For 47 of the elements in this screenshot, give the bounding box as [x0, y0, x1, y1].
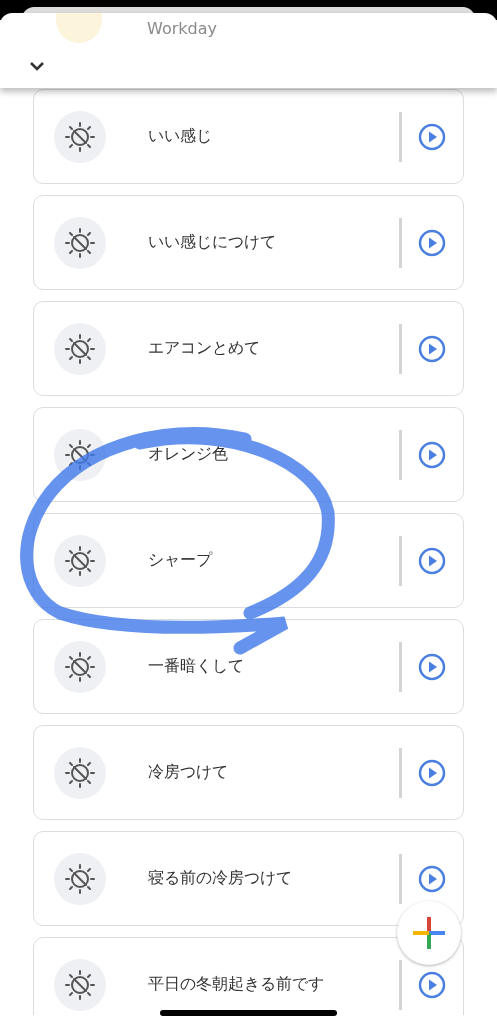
routine-card[interactable]: 寝る前の冷房つけて — [33, 831, 464, 926]
sun-off-icon — [63, 119, 97, 154]
routine-name: 一番暗くして — [148, 656, 245, 677]
play-icon — [417, 757, 447, 788]
routine-name: 冷房つけて — [148, 762, 229, 783]
play-button[interactable] — [417, 121, 447, 152]
sun-off-icon — [63, 543, 97, 578]
routine-card[interactable]: 冷房つけて — [33, 725, 464, 820]
routine-card[interactable]: エアコンとめて — [33, 301, 464, 396]
play-button[interactable] — [417, 969, 447, 1000]
sun-off-icon — [63, 755, 97, 790]
routine-card[interactable]: いい感じにつけて — [33, 195, 464, 290]
play-icon — [417, 545, 447, 576]
play-icon — [417, 863, 447, 894]
routine-name: オレンジ色 — [148, 444, 229, 465]
routine-name: いい感じにつけて — [148, 232, 277, 253]
play-button[interactable] — [417, 333, 447, 364]
play-button[interactable] — [417, 227, 447, 258]
routine-card[interactable]: いい感じ — [33, 89, 464, 184]
sun-off-icon — [63, 225, 97, 260]
sun-off-icon — [63, 967, 97, 1002]
sun-off-icon — [63, 649, 97, 684]
chevron-down-icon[interactable] — [28, 60, 46, 72]
play-button[interactable] — [417, 545, 447, 576]
routine-name: Workday — [147, 18, 217, 38]
play-icon — [417, 227, 447, 258]
play-icon — [417, 333, 447, 364]
routine-name: シャープ — [148, 550, 214, 571]
play-icon — [417, 439, 447, 470]
plus-icon — [413, 917, 445, 949]
routine-name: 寝る前の冷房つけて — [148, 868, 293, 889]
play-button[interactable] — [417, 757, 447, 788]
play-button[interactable] — [417, 439, 447, 470]
play-button[interactable] — [417, 651, 447, 682]
play-icon — [417, 121, 447, 152]
routine-name: いい感じ — [148, 126, 213, 147]
routine-card[interactable]: 一番暗くして — [33, 619, 464, 714]
play-icon — [417, 651, 447, 682]
sun-off-icon — [63, 861, 97, 896]
routine-name: 平日の冬朝起きる前です — [148, 974, 325, 995]
routine-card[interactable]: シャープ — [33, 513, 464, 608]
sun-off-icon — [63, 331, 97, 366]
routine-name: エアコンとめて — [148, 338, 261, 359]
routine-icon — [56, 13, 102, 43]
play-button[interactable] — [417, 863, 447, 894]
play-icon — [417, 969, 447, 1000]
routine-card[interactable]: 平日の冬朝起きる前です — [33, 937, 464, 1015]
